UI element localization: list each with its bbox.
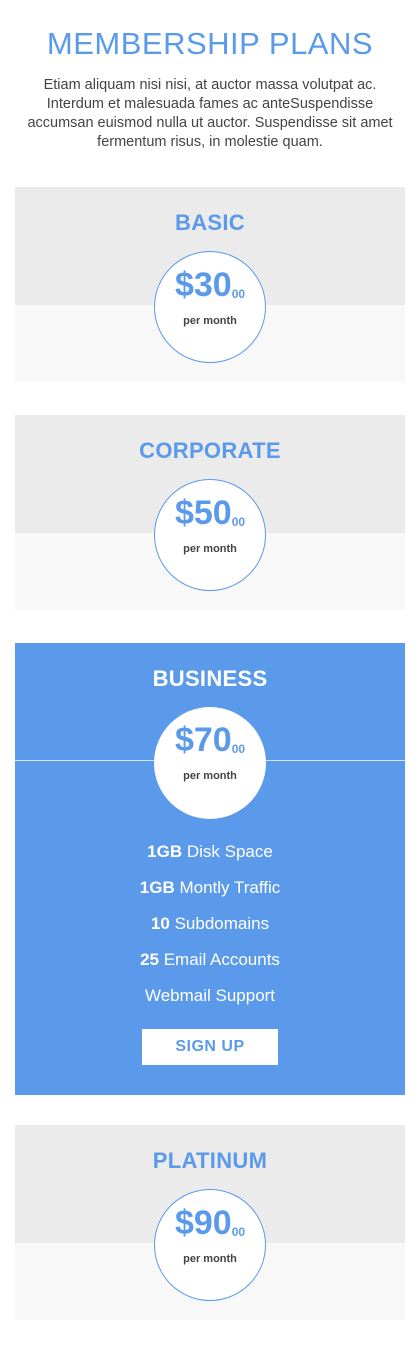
- intro-text: Etiam aliquam nisi nisi, at auctor massa…: [27, 77, 393, 150]
- price-cents: 00: [231, 742, 246, 756]
- plan-name: BUSINESS: [152, 666, 268, 691]
- price-circle: $7000 per month: [154, 707, 266, 819]
- price: $7000: [154, 707, 266, 768]
- price: $9000: [155, 1190, 265, 1251]
- feature-item: Webmail Support: [15, 978, 405, 1014]
- price-cents: 00: [231, 515, 246, 529]
- price-cents: 00: [231, 1225, 246, 1239]
- feature-label: Disk Space: [182, 842, 273, 861]
- feature-label: Subdomains: [169, 914, 270, 933]
- price-amount: $30: [174, 266, 232, 304]
- plan-card-business: BUSINESS 1GB Disk Space 1GB Montly Traff…: [15, 643, 405, 1095]
- price-amount: $50: [174, 494, 232, 532]
- price-period: per month: [183, 1253, 237, 1265]
- feature-label: Email Accounts: [158, 950, 280, 969]
- feature-item: 10 Subdomains: [15, 906, 405, 942]
- price: $5000: [155, 480, 265, 541]
- feature-item: 1GB Disk Space: [15, 834, 405, 870]
- page-title: MEMBERSHIP PLANS: [46, 26, 374, 61]
- feature-item: 25 Email Accounts: [15, 942, 405, 978]
- price-circle: $5000 per month: [154, 479, 266, 591]
- price-circle: $9000 per month: [154, 1189, 266, 1301]
- plan-name: CORPORATE: [139, 438, 281, 463]
- price-period: per month: [183, 543, 237, 555]
- feature-label: Webmail Support: [144, 986, 276, 1005]
- plan-card-corporate: CORPORATE $5000 per month: [15, 415, 405, 610]
- plan-card-platinum: PLATINUM $9000 per month: [15, 1125, 405, 1320]
- price-period: per month: [183, 770, 237, 782]
- feature-value: 10: [150, 914, 170, 933]
- page-header: MEMBERSHIP PLANS Etiam aliquam nisi nisi…: [0, 0, 420, 152]
- price-amount: $70: [174, 721, 232, 759]
- plan-card-basic: BASIC $3000 per month: [15, 187, 405, 382]
- feature-item: 1GB Montly Traffic: [15, 870, 405, 906]
- sign-up-button[interactable]: SIGN UP: [142, 1029, 278, 1065]
- plan-name: PLATINUM: [152, 1148, 268, 1173]
- price-amount: $90: [174, 1204, 232, 1242]
- feature-value: 1GB: [139, 878, 175, 897]
- feature-value: 1GB: [147, 842, 183, 861]
- plan-name: BASIC: [175, 210, 245, 235]
- price-circle: $3000 per month: [154, 251, 266, 363]
- price-period: per month: [183, 315, 237, 327]
- feature-value: 25: [140, 950, 159, 969]
- price-cents: 00: [231, 287, 246, 301]
- price: $3000: [155, 252, 265, 313]
- feature-label: Montly Traffic: [174, 878, 281, 897]
